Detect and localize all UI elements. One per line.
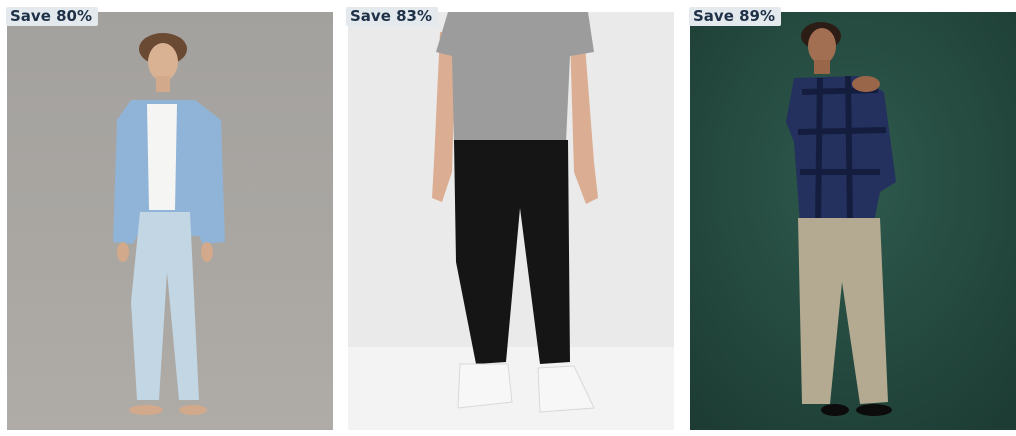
discount-badge: Save 89%	[689, 7, 782, 26]
product-image-2[interactable]	[348, 12, 674, 430]
discount-badge: Save 80%	[6, 7, 99, 26]
product-card-3[interactable]	[690, 12, 1016, 430]
product-card-1[interactable]	[7, 12, 333, 430]
product-image-3[interactable]	[690, 12, 1016, 430]
product-image-1[interactable]	[7, 12, 333, 430]
discount-badge: Save 83%	[346, 7, 439, 26]
product-card-2[interactable]	[348, 12, 674, 430]
